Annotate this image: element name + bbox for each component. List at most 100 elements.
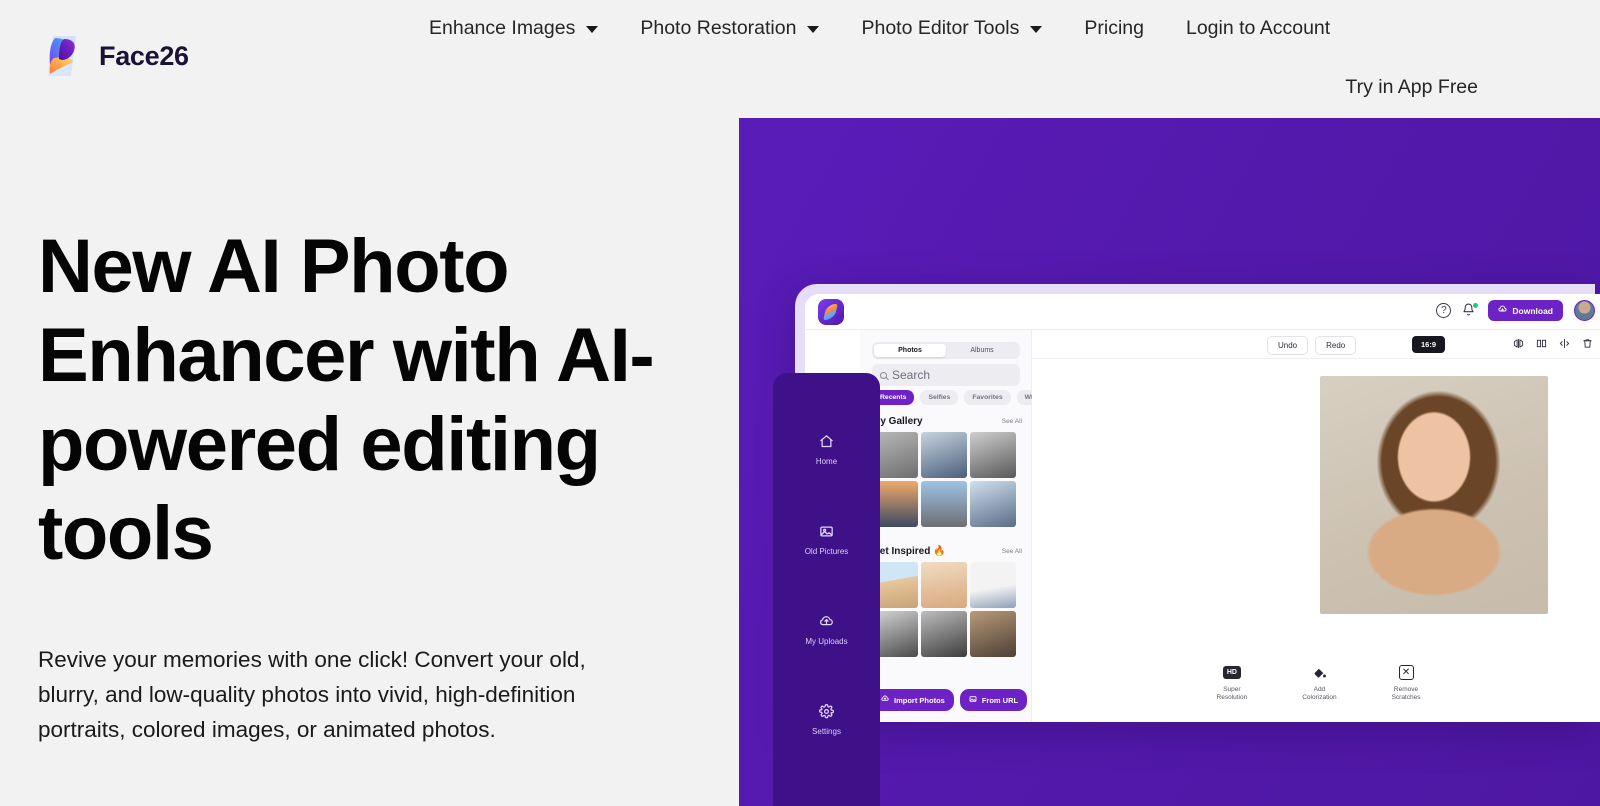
nav-label: Enhance Images [429, 16, 576, 39]
adjust-icon[interactable] [1559, 338, 1570, 352]
page-title: New AI Photo Enhancer with AI-powered ed… [38, 224, 655, 576]
see-all-link[interactable]: See All [1002, 548, 1022, 555]
cloud-upload-icon [818, 613, 835, 630]
my-gallery-grid [872, 432, 1016, 527]
aspect-ratio-badge[interactable]: 16:9 [1412, 336, 1446, 353]
face26-logo-icon [40, 32, 86, 80]
paint-bucket-icon [1310, 663, 1328, 681]
sidebar-item-settings[interactable]: Settings [773, 703, 880, 736]
try-in-app-free-link[interactable]: Try in App Free [1345, 76, 1478, 98]
avatar[interactable] [1574, 300, 1595, 321]
flip-icon[interactable] [1513, 338, 1524, 352]
gallery-panel: Photos Albums Search Recents Selfies Fav… [860, 330, 1047, 722]
import-photos-label: Import Photos [894, 695, 945, 705]
chevron-down-icon [1030, 26, 1043, 33]
sidebar-item-home[interactable]: Home [773, 433, 880, 466]
upload-icon [881, 695, 889, 705]
gallery-thumb[interactable] [970, 432, 1016, 478]
app-screen: ? Download Photos Albums Search Recents … [805, 294, 1600, 722]
editor-tool-icons [1513, 338, 1593, 352]
image-icon [969, 695, 977, 705]
brand-name: Face26 [99, 40, 189, 71]
nav-label: Photo Restoration [640, 16, 797, 39]
inspired-thumb[interactable] [921, 611, 967, 657]
sidebar-item-my-uploads[interactable]: My Uploads [773, 613, 880, 646]
hero-copy: New AI Photo Enhancer with AI-powered ed… [38, 222, 678, 747]
tab-albums[interactable]: Albums [946, 344, 1018, 357]
nav-label: Login to Account [1185, 16, 1331, 39]
nav-item-login-to-account[interactable]: Login to Account [1165, 12, 1351, 44]
nav-item-photo-editor-tools[interactable]: Photo Editor Tools [840, 12, 1063, 44]
nav-item-photo-restoration[interactable]: Photo Restoration [619, 12, 840, 44]
gallery-action-buttons: Import Photos From URL [872, 689, 1028, 711]
tool-remove-scratches[interactable]: ✕ Remove Scratches [1392, 663, 1420, 702]
undo-redo-group: Undo Redo [1267, 336, 1357, 355]
sidebar-item-label: Old Pictures [804, 547, 849, 556]
app-topbar-actions: ? Download [1436, 300, 1595, 321]
from-url-button[interactable]: From URL [959, 689, 1028, 711]
inspired-thumb[interactable] [970, 611, 1016, 657]
nav-item-enhance-images[interactable]: Enhance Images [408, 12, 619, 44]
nav-label: Pricing [1084, 16, 1144, 39]
import-photos-button[interactable]: Import Photos [872, 689, 954, 711]
hero-visual-panel: Home Old Pictures My Uploads Settings ? … [739, 118, 1600, 806]
see-all-link[interactable]: See All [1002, 418, 1022, 425]
gear-icon [818, 703, 835, 720]
notification-dot [1473, 303, 1479, 308]
download-button[interactable]: Download [1488, 300, 1563, 321]
app-mockup-frame: ? Download Photos Albums Search Recents … [795, 284, 1600, 722]
tab-photos[interactable]: Photos [874, 344, 946, 357]
compare-icon[interactable] [1536, 338, 1547, 352]
app-sidebar-rail: Home Old Pictures My Uploads Settings [773, 373, 880, 806]
site-header: Face26 Enhance Images Photo Restoration … [0, 0, 1600, 118]
from-url-label: From URL [981, 695, 1019, 705]
sidebar-item-old-pictures[interactable]: Old Pictures [773, 523, 880, 556]
tool-super-resolution[interactable]: HD Super Resolution [1216, 663, 1248, 702]
gallery-thumb[interactable] [921, 432, 967, 478]
tool-label: Super Resolution [1216, 686, 1248, 701]
app-logo-icon[interactable] [818, 299, 844, 325]
nav-secondary-row: Try in App Free [1345, 76, 1478, 99]
nav-item-pricing[interactable]: Pricing [1063, 12, 1165, 44]
delete-icon[interactable] [1582, 338, 1593, 352]
app-topbar: ? Download [805, 294, 1600, 330]
inspired-thumb[interactable] [921, 562, 967, 608]
download-label: Download [1512, 305, 1553, 316]
home-icon [818, 433, 835, 450]
sidebar-item-label: My Uploads [805, 637, 848, 646]
search-input[interactable]: Search [872, 364, 1020, 386]
chip-favorites[interactable]: Favorites [964, 390, 1011, 405]
landing-page: Face26 Enhance Images Photo Restoration … [0, 0, 1600, 806]
section-get-inspired: Get Inspired 🔥 See All [872, 546, 1022, 557]
bell-icon[interactable] [1462, 303, 1479, 318]
gallery-thumb[interactable] [970, 481, 1016, 527]
tool-label: Add Colorization [1302, 686, 1337, 701]
get-inspired-grid [872, 562, 1016, 657]
chevron-down-icon [807, 26, 820, 33]
chip-selfies[interactable]: Selfies [920, 390, 959, 405]
redo-button[interactable]: Redo [1315, 336, 1357, 355]
gallery-tab-switcher: Photos Albums [872, 342, 1020, 359]
old-pictures-icon [818, 523, 835, 540]
inspired-thumb[interactable] [970, 562, 1016, 608]
section-my-gallery: My Gallery See All [872, 416, 1022, 427]
download-cloud-icon [1498, 305, 1507, 316]
editor-canvas-image[interactable] [1320, 376, 1548, 614]
gallery-thumb[interactable] [921, 481, 967, 527]
undo-button[interactable]: Undo [1267, 336, 1309, 355]
sidebar-item-label: Settings [812, 727, 841, 736]
editor-panel: Undo Redo 16:9 HD Super Resolution Add C… [1032, 330, 1600, 722]
section-title: Get Inspired 🔥 [872, 546, 946, 557]
tool-add-colorization[interactable]: Add Colorization [1302, 663, 1337, 702]
main-nav: Enhance Images Photo Restoration Photo E… [408, 12, 1351, 44]
search-placeholder: Search [892, 368, 931, 382]
search-icon [880, 371, 887, 379]
filter-chips: Recents Selfies Favorites Wha [872, 390, 1047, 405]
remove-x-icon: ✕ [1397, 663, 1415, 681]
hd-icon: HD [1222, 663, 1241, 681]
chevron-down-icon [586, 26, 599, 33]
sidebar-item-label: Home [815, 457, 838, 466]
brand-logo[interactable]: Face26 [40, 32, 189, 80]
question-circle-icon[interactable]: ? [1436, 303, 1452, 318]
editor-toolbar: Undo Redo 16:9 [1032, 330, 1600, 359]
